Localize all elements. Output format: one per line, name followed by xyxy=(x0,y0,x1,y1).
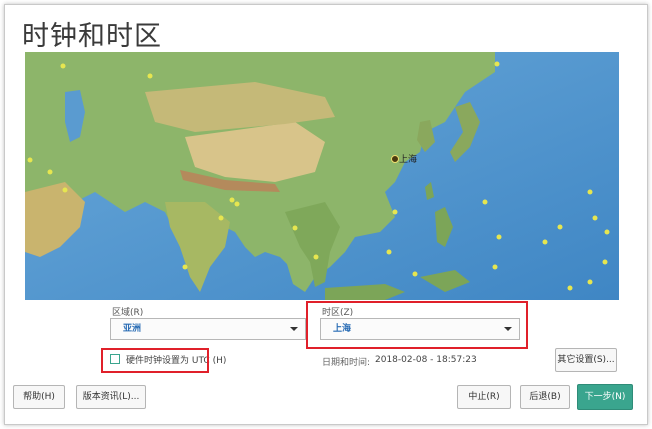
chevron-down-icon xyxy=(290,327,298,331)
selected-city-marker xyxy=(391,155,399,163)
next-button[interactable]: 下一步(N) xyxy=(577,384,633,410)
selected-city-label: 上海 xyxy=(399,153,417,165)
page-title: 时钟和时区 xyxy=(22,21,162,52)
region-value: 亚洲 xyxy=(123,324,142,334)
map-graphic[interactable]: 上海 xyxy=(25,52,619,300)
region-label: 区域(R) xyxy=(112,308,144,318)
other-settings-button[interactable]: 其它设置(S)... xyxy=(555,348,617,372)
highlight-box-timezone xyxy=(306,301,528,349)
help-button[interactable]: 帮助(H) xyxy=(13,385,65,409)
abort-button[interactable]: 中止(R) xyxy=(457,385,511,409)
timezone-map[interactable]: 上海 xyxy=(25,52,619,300)
highlight-box-utc xyxy=(101,348,209,373)
datetime-label: 日期和时间: xyxy=(322,358,371,368)
region-dropdown[interactable]: 亚洲 xyxy=(110,318,306,340)
release-notes-button[interactable]: 版本资讯(L)... xyxy=(76,385,146,409)
datetime-value: 2018-02-08 - 18:57:23 xyxy=(375,355,477,365)
back-button[interactable]: 后退(B) xyxy=(520,385,570,409)
